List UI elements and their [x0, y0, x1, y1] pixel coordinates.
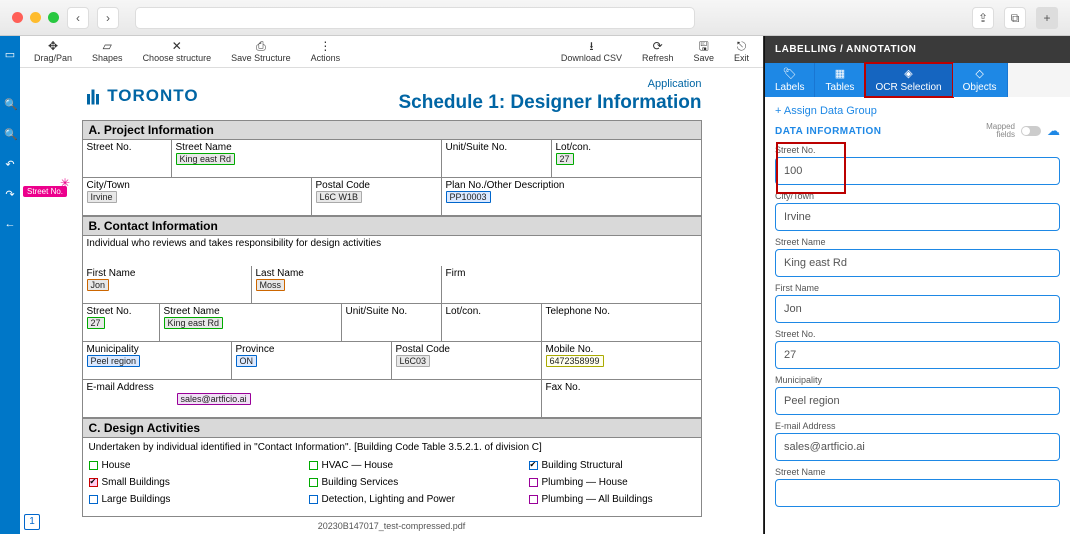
section-a-header: A. Project Information — [82, 120, 702, 140]
field-label: Street Name — [775, 467, 1060, 477]
select-icon[interactable]: ▭ — [4, 48, 16, 60]
window-titlebar: ‹ › ⇪ ⧉ + — [0, 0, 1070, 36]
zoom-icon[interactable] — [48, 12, 59, 23]
tab-tables[interactable]: ▦Tables — [815, 63, 865, 97]
shapes-button[interactable]: ▱Shapes — [82, 40, 133, 63]
annotation-tag[interactable]: Street No. — [23, 186, 67, 197]
redo-icon[interactable]: ↷ — [4, 188, 16, 200]
field-input[interactable]: sales@artficio.ai — [775, 433, 1060, 461]
mapped-toggle[interactable] — [1021, 126, 1041, 136]
field-label: Street No. — [775, 329, 1060, 339]
document-viewport[interactable]: TORONTO Application Schedule 1: Designer… — [20, 68, 763, 534]
choose-structure-button[interactable]: ✕Choose structure — [133, 40, 222, 63]
field-label: Street No. — [775, 145, 1060, 155]
panel-header: LABELLING / ANNOTATION — [765, 36, 1070, 63]
tab-ocr-selection[interactable]: ◈OCR Selection — [865, 63, 952, 97]
data-information-header: DATA INFORMATION — [775, 126, 882, 137]
section-c-header: C. Design Activities — [82, 418, 702, 438]
field-input[interactable]: Irvine — [775, 203, 1060, 231]
side-toolbar: ▭ 🔍 🔍 ↶ ↷ ← — [0, 36, 20, 534]
close-icon[interactable] — [12, 12, 23, 23]
minimize-icon[interactable] — [30, 12, 41, 23]
back-button[interactable]: ‹ — [67, 7, 89, 29]
dragpan-button[interactable]: ✥Drag/Pan — [24, 40, 82, 63]
tabs-button[interactable]: ⧉ — [1004, 7, 1026, 29]
new-tab-button[interactable]: + — [1036, 7, 1058, 29]
main-toolbar: ✥Drag/Pan ▱Shapes ✕Choose structure ⎙Sav… — [20, 36, 763, 68]
save-button[interactable]: 🖫Save — [683, 40, 724, 63]
traffic-lights — [12, 12, 59, 23]
field-label: E-mail Address — [775, 421, 1060, 431]
refresh-button[interactable]: ⟳Refresh — [632, 40, 684, 63]
mapped-fields-label: Mapped fields — [986, 123, 1015, 139]
field-label: First Name — [775, 283, 1060, 293]
document-footer: 20230B147017_test-compressed.pdf — [82, 517, 702, 534]
share-button[interactable]: ⇪ — [972, 7, 994, 29]
cloud-upload-icon[interactable]: ☁ — [1047, 123, 1060, 139]
tab-objects[interactable]: ◇Objects — [953, 63, 1008, 97]
forward-button[interactable]: › — [97, 7, 119, 29]
field-input[interactable] — [775, 479, 1060, 507]
back-icon[interactable]: ← — [4, 218, 16, 230]
address-bar[interactable] — [135, 7, 695, 29]
save-structure-button[interactable]: ⎙Save Structure — [221, 40, 301, 63]
undo-icon[interactable]: ↶ — [4, 158, 16, 170]
field-input[interactable]: 100 — [775, 157, 1060, 185]
tab-labels[interactable]: 🏷Labels — [765, 63, 815, 97]
section-b-header: B. Contact Information — [82, 216, 702, 236]
document: TORONTO Application Schedule 1: Designer… — [82, 78, 702, 534]
field-label: Street Name — [775, 237, 1060, 247]
field-label: Municipality — [775, 375, 1060, 385]
field-label: City/Town — [775, 191, 1060, 201]
field-input[interactable]: 27 — [775, 341, 1060, 369]
download-csv-button[interactable]: ⭳Download CSV — [551, 40, 632, 63]
field-input[interactable]: Peel region — [775, 387, 1060, 415]
field-input[interactable]: King east Rd — [775, 249, 1060, 277]
zoom-in-icon[interactable]: 🔍 — [4, 98, 16, 110]
panel-tabs: 🏷Labels ▦Tables ◈OCR Selection ◇Objects — [765, 63, 1070, 97]
actions-button[interactable]: ⋮Actions — [301, 40, 351, 63]
field-input[interactable]: Jon — [775, 295, 1060, 323]
toronto-logo: TORONTO — [84, 86, 199, 106]
zoom-out-icon[interactable]: 🔍 — [4, 128, 16, 140]
exit-button[interactable]: ⎋Exit — [724, 40, 759, 63]
page-number[interactable]: 1 — [24, 514, 40, 530]
assign-data-group[interactable]: + Assign Data Group — [775, 103, 1060, 119]
annotation-panel: LABELLING / ANNOTATION 🏷Labels ▦Tables ◈… — [764, 36, 1070, 534]
